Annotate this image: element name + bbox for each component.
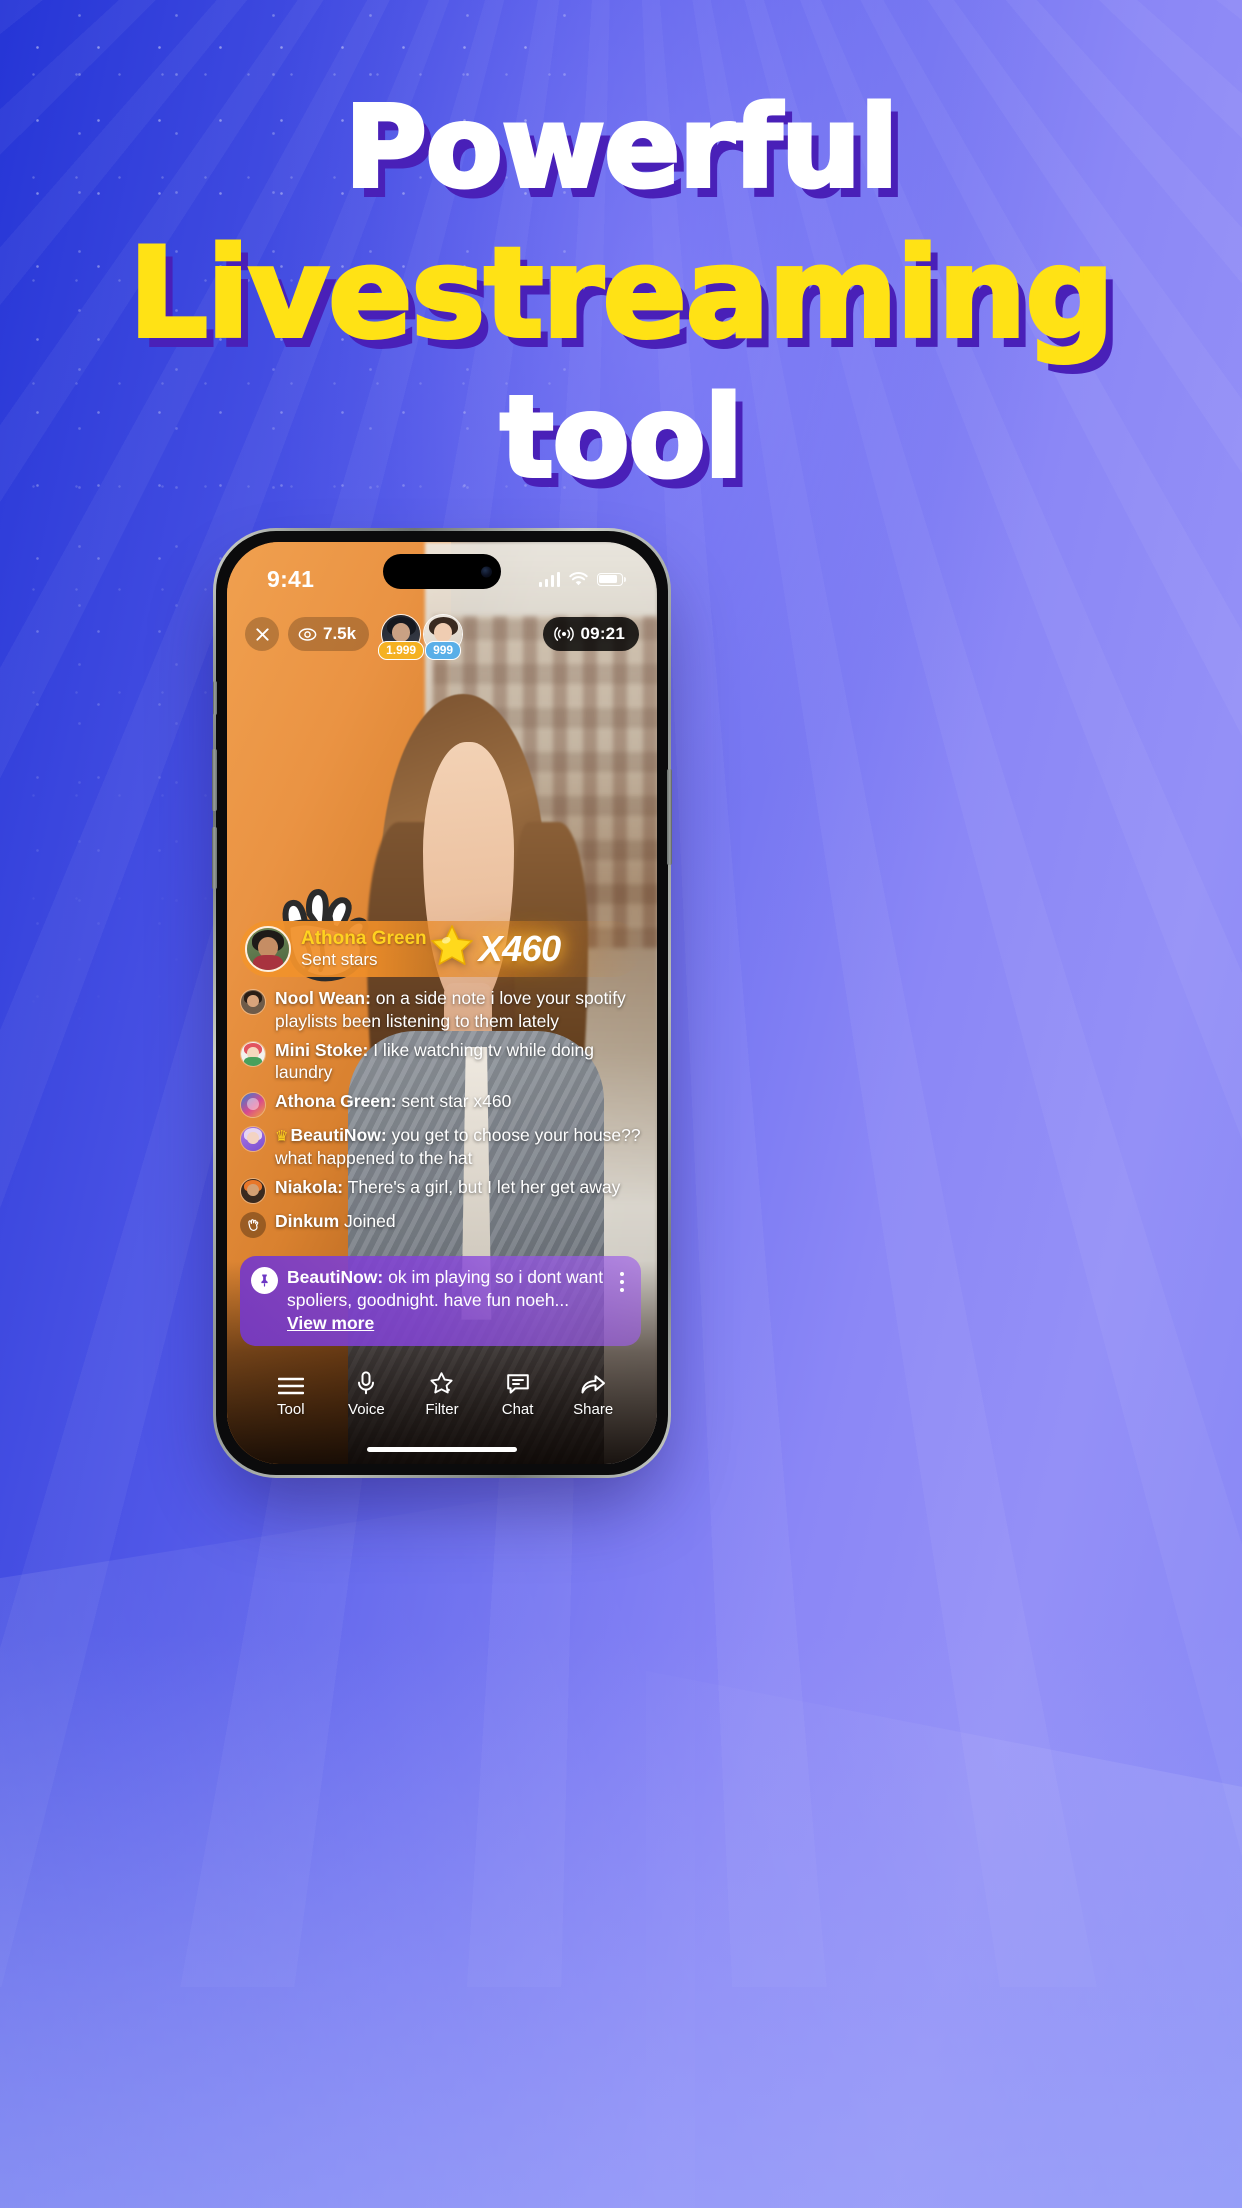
wifi-icon — [569, 571, 588, 585]
view-more-link[interactable]: View more — [287, 1313, 374, 1333]
star-icon — [430, 1372, 454, 1394]
mini-stoke-avatar — [240, 1040, 266, 1067]
stream-toolbar: Tool Voice Filter Chat Share — [227, 1371, 657, 1418]
chat-message[interactable]: Nool Wean: on a side note i love your sp… — [240, 987, 641, 1033]
chat-panel: Athona Green Sent stars X460 Nool Wean: … — [227, 921, 657, 1346]
chat-message[interactable]: Mini Stoke: I like watching tv while doi… — [240, 1039, 641, 1085]
pin-icon — [251, 1266, 278, 1294]
stream-top-bar: 7.5k 1.999 999 09:21 — [227, 610, 657, 660]
headline-line-1: Powerful — [343, 83, 901, 213]
chat-message-text: Dinkum Joined — [275, 1210, 396, 1233]
chat-message-text: ♛ BeautiNow: you get to choose your house… — [275, 1124, 641, 1170]
headline-line-2: Livestreaming — [127, 222, 1116, 366]
gift-sender-name: Athona Green — [301, 928, 427, 950]
chat-label: Chat — [501, 1401, 534, 1418]
chat-message-text: Mini Stoke: I like watching tv while doi… — [275, 1039, 641, 1085]
phone-bezel: 9:41 7.5k 1.999 999 09:21 Athona Green S… — [212, 531, 672, 1475]
chat-message-text: Athona Green: sent star x460 — [275, 1090, 511, 1113]
filter-button[interactable]: Filter — [408, 1371, 476, 1418]
share-icon — [581, 1375, 606, 1394]
chat-author: Nool Wean: — [275, 988, 371, 1009]
volume-down-button[interactable] — [212, 827, 217, 889]
chat-message[interactable]: ♛ BeautiNow: you get to choose your house… — [240, 1124, 641, 1170]
tool-button[interactable]: Tool — [257, 1377, 325, 1418]
top-viewer-1[interactable]: 1.999 — [378, 614, 425, 660]
gift-banner[interactable]: Athona Green Sent stars X460 — [240, 921, 641, 978]
close-button[interactable] — [245, 617, 279, 651]
niakola-avatar — [240, 1177, 266, 1204]
nool-wean-avatar — [240, 989, 266, 1016]
chat-message-joined[interactable]: Dinkum Joined — [240, 1210, 641, 1238]
chat-author: Dinkum — [275, 1210, 340, 1231]
pinned-author: BeautiNow: — [287, 1266, 384, 1287]
top-viewer-2[interactable]: 999 — [423, 614, 464, 660]
chat-message-text: Nool Wean: on a side note i love your sp… — [275, 987, 641, 1033]
chat-text: There's a girl, but I let her get away — [343, 1176, 621, 1197]
chat-text: Joined — [339, 1210, 396, 1231]
voice-button[interactable]: Voice — [332, 1371, 400, 1418]
star-emoji — [429, 923, 475, 976]
headline-line-3: tool — [498, 373, 745, 503]
share-button[interactable]: Share — [559, 1373, 627, 1418]
cellular-signal-icon — [538, 571, 560, 587]
status-indicators — [538, 571, 626, 587]
chat-author: Athona Green: — [275, 1091, 397, 1112]
share-label: Share — [573, 1401, 614, 1418]
pinned-message-text: BeautiNow: ok im playing so i dont want … — [287, 1266, 604, 1335]
gift-text: Athona Green Sent stars — [301, 928, 427, 970]
chat-icon — [506, 1374, 529, 1394]
wave-icon — [240, 1211, 266, 1238]
crown-icon: ♛ — [275, 1128, 289, 1146]
gift-multiplier: X460 — [478, 928, 562, 970]
viewer-count-pill[interactable]: 7.5k — [288, 617, 370, 651]
viewer-badge: 999 — [425, 641, 462, 660]
viewer-badge: 1.999 — [378, 641, 425, 660]
filter-label: Filter — [425, 1401, 459, 1418]
close-icon — [255, 627, 269, 641]
pinned-message[interactable]: BeautiNow: ok im playing so i dont want … — [240, 1255, 641, 1346]
phone-frame: 9:41 7.5k 1.999 999 09:21 Athona Green S… — [212, 528, 672, 1478]
top-viewers-list: 1.999 999 — [378, 614, 465, 660]
athona-green-avatar — [240, 1092, 266, 1119]
home-indicator[interactable] — [367, 1447, 517, 1452]
power-button[interactable] — [667, 769, 672, 865]
voice-label: Voice — [348, 1401, 385, 1418]
broadcast-icon — [553, 627, 574, 641]
livestream-view: 9:41 7.5k 1.999 999 09:21 Athona Green S… — [227, 542, 657, 1464]
live-timer-value: 09:21 — [580, 624, 625, 643]
battery-icon — [597, 572, 626, 586]
chat-author: Niakola: — [275, 1176, 344, 1197]
chat-message-text: Niakola: There's a girl, but I let her g… — [275, 1176, 620, 1199]
volume-up-button[interactable] — [212, 749, 217, 811]
live-timer-pill[interactable]: 09:21 — [542, 617, 639, 651]
chat-author: BeautiNow: — [290, 1125, 387, 1146]
silent-switch[interactable] — [213, 681, 217, 715]
more-options-icon[interactable] — [613, 1271, 631, 1292]
mic-icon — [358, 1371, 375, 1395]
background-bottom-fade — [0, 1633, 1242, 2208]
status-time: 9:41 — [267, 565, 315, 592]
viewer-count-value: 7.5k — [323, 624, 357, 643]
gift-sender-avatar — [245, 926, 291, 973]
chat-text: sent star x460 — [396, 1091, 512, 1112]
phone-screen: 9:41 7.5k 1.999 999 09:21 Athona Green S… — [227, 542, 657, 1464]
tool-label: Tool — [277, 1401, 305, 1418]
headline: Powerful Livestreaming tool — [0, 83, 1242, 503]
chat-author: Mini Stoke: — [275, 1039, 369, 1060]
chat-message[interactable]: Niakola: There's a girl, but I let her g… — [240, 1176, 641, 1204]
menu-icon — [277, 1377, 304, 1395]
chat-message[interactable]: Athona Green: sent star x460 — [240, 1090, 641, 1119]
eye-icon — [298, 627, 317, 641]
gift-subtitle: Sent stars — [301, 950, 378, 970]
beautinow-avatar — [240, 1126, 266, 1153]
dynamic-island — [383, 554, 501, 589]
phone-mockup: 9:41 7.5k 1.999 999 09:21 Athona Green S… — [212, 528, 672, 1478]
chat-button[interactable]: Chat — [484, 1372, 552, 1418]
